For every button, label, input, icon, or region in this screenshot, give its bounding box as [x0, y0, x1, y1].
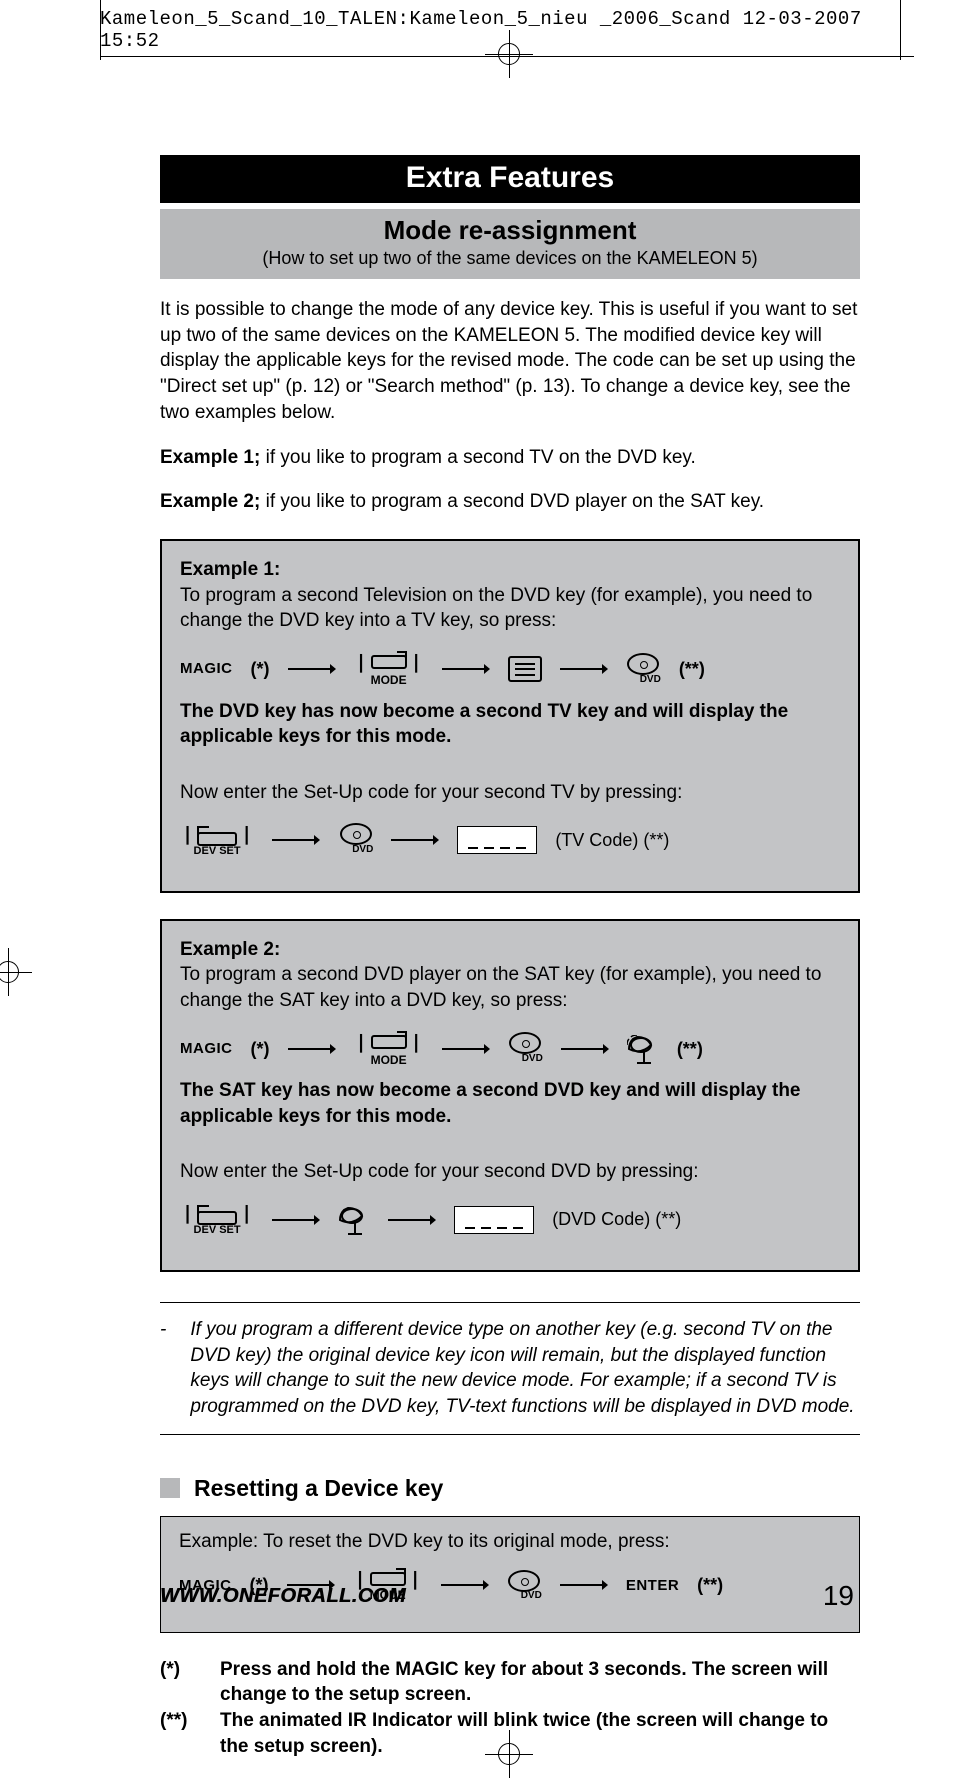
arrow-icon [441, 1579, 489, 1591]
example1-sequence-1: MAGIC (*) ❘❘ MODE DVD (**) [180, 650, 840, 688]
code-entry-box [457, 826, 537, 854]
magic-key-label: MAGIC [180, 659, 233, 679]
dvd-disc-icon: DVD [626, 653, 661, 687]
example1-title: Example 1: [180, 557, 840, 583]
arrow-icon [442, 663, 490, 675]
reset-desc: Example: To reset the DVD key to its ori… [179, 1531, 841, 1553]
mode-key-icon: ❘❘ MODE [354, 1030, 424, 1068]
code-label: (TV Code) (**) [555, 828, 669, 852]
example2-sequence-2: ❘❘ DEV SET (DVD Code) (**) [180, 1201, 840, 1238]
square-bullet-icon [160, 1478, 180, 1498]
footnote-mark-double: (**) [679, 657, 705, 681]
arrow-icon [272, 1214, 320, 1226]
arrow-icon [391, 834, 439, 846]
example2-setup-instruction: Now enter the Set-Up code for your secon… [180, 1159, 840, 1185]
arrow-icon [560, 663, 608, 675]
example1-box: Example 1: To program a second Televisio… [160, 539, 860, 892]
note-block: - If you program a different device type… [160, 1302, 860, 1435]
devset-key-icon: ❘❘ DEV SET [180, 822, 254, 859]
example1-desc: To program a second Television on the DV… [180, 583, 840, 634]
note-bullet: - [160, 1317, 166, 1420]
page-number: 19 [823, 1580, 854, 1612]
example1-result: The DVD key has now become a second TV k… [180, 699, 840, 750]
example2-intro: Example 2; if you like to program a seco… [160, 491, 860, 513]
footnote-mark-double: (**) [677, 1037, 703, 1061]
arrow-icon [288, 1043, 336, 1055]
footer-url: WWW.ONEFORALL.COM [160, 1585, 406, 1608]
enter-key-label: ENTER [626, 1577, 679, 1594]
note-text: If you program a different device type o… [190, 1317, 860, 1420]
section-title-bar: Extra Features [160, 155, 860, 203]
dvd-disc-icon: DVD [338, 823, 373, 857]
page-header-filename: Kameleon_5_Scand_10_TALEN:Kameleon_5_nie… [100, 0, 914, 57]
reset-box: Example: To reset the DVD key to its ori… [160, 1516, 860, 1633]
code-label: (DVD Code) (**) [552, 1207, 681, 1231]
footnote-mark-single: (*) [251, 1037, 270, 1061]
arrow-icon [442, 1043, 490, 1055]
sat-dish-icon [338, 1206, 370, 1234]
reset-heading-row: Resetting a Device key [160, 1475, 860, 1502]
intro-paragraph: It is possible to change the mode of any… [160, 297, 860, 425]
subsection-bar: Mode re-assignment (How to set up two of… [160, 209, 860, 279]
arrow-icon [388, 1214, 436, 1226]
subsection-caption: (How to set up two of the same devices o… [160, 248, 860, 269]
footnote-b-text: The animated IR Indicator will blink twi… [220, 1708, 860, 1759]
magic-key-label: MAGIC [180, 1039, 233, 1059]
example2-desc: To program a second DVD player on the SA… [180, 962, 840, 1013]
arrow-icon [288, 663, 336, 675]
menu-icon [508, 656, 542, 682]
footnote-a-mark: (*) [160, 1657, 200, 1708]
registration-mark-left [0, 958, 22, 986]
footnote-mark-single: (*) [251, 657, 270, 681]
arrow-icon [560, 1579, 608, 1591]
footnote-b-mark: (**) [160, 1708, 200, 1759]
mode-key-icon: ❘❘ MODE [354, 650, 424, 688]
footnotes: (*) Press and hold the MAGIC key for abo… [160, 1657, 860, 1760]
dvd-disc-icon: DVD [508, 1032, 543, 1066]
example1-intro: Example 1; if you like to program a seco… [160, 447, 860, 469]
example2-box: Example 2: To program a second DVD playe… [160, 919, 860, 1272]
example1-sequence-2: ❘❘ DEV SET DVD (TV Code) (**) [180, 822, 840, 859]
devset-key-icon: ❘❘ DEV SET [180, 1201, 254, 1238]
footnote-a-text: Press and hold the MAGIC key for about 3… [220, 1657, 860, 1708]
example2-sequence-1: MAGIC (*) ❘❘ MODE DVD (**) [180, 1030, 840, 1068]
footnote-mark-double: (**) [697, 1575, 723, 1596]
example2-result: The SAT key has now become a second DVD … [180, 1078, 840, 1129]
arrow-icon [272, 834, 320, 846]
example2-title: Example 2: [180, 937, 840, 963]
reset-heading: Resetting a Device key [194, 1475, 443, 1502]
dvd-disc-icon: DVD [507, 1570, 542, 1601]
subsection-heading: Mode re-assignment [160, 215, 860, 246]
sat-dish-icon [627, 1035, 659, 1063]
example1-setup-instruction: Now enter the Set-Up code for your secon… [180, 780, 840, 806]
code-entry-box [454, 1206, 534, 1234]
arrow-icon [561, 1043, 609, 1055]
